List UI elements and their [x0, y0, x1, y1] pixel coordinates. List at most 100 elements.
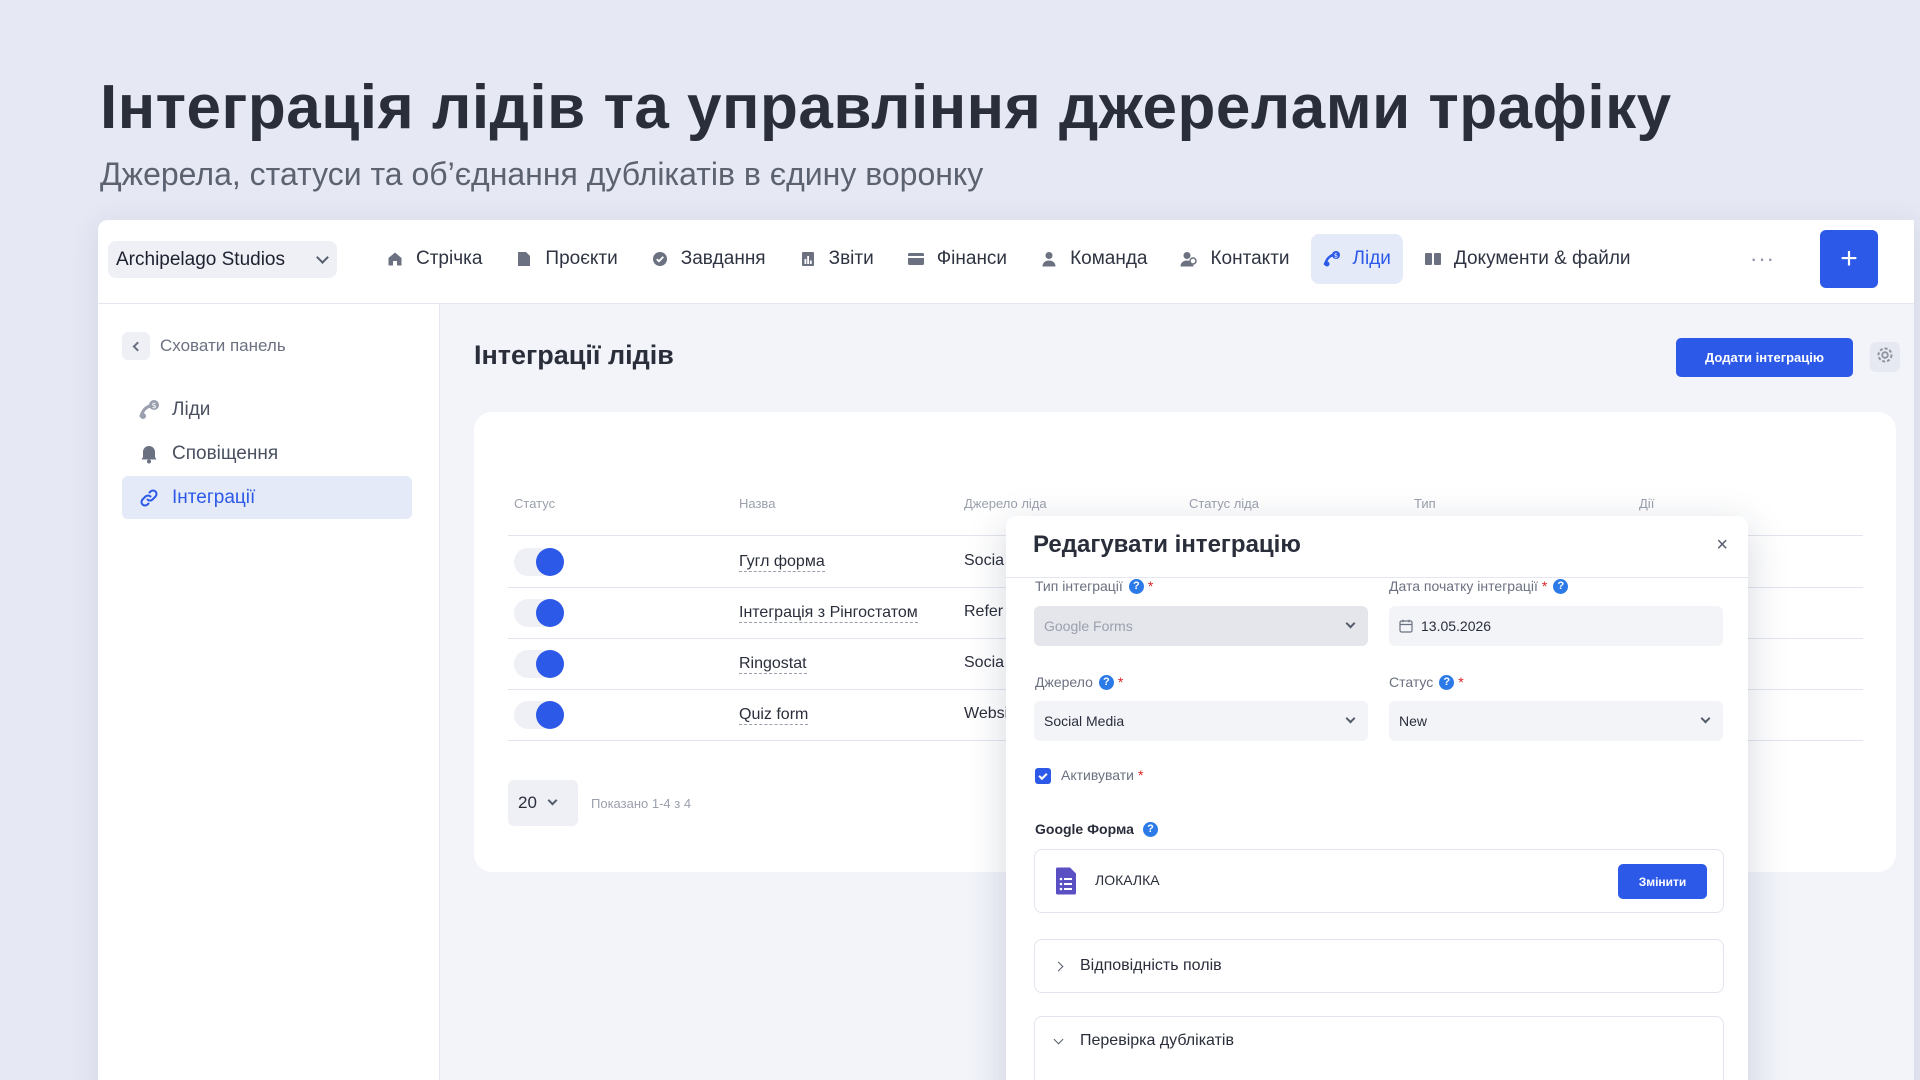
- required-mark: *: [1137, 767, 1144, 783]
- status-select[interactable]: New: [1389, 701, 1723, 741]
- lead-source-cell: Socia: [964, 654, 1005, 671]
- modal-title: Редагувати інтеграцію: [1033, 531, 1301, 558]
- per-page-select[interactable]: 20: [508, 780, 578, 826]
- integration-name-link[interactable]: Інтеграція з Рінгостатом: [739, 604, 918, 623]
- settings-button[interactable]: [1870, 342, 1900, 372]
- create-new-button[interactable]: +: [1820, 230, 1878, 288]
- nav-label: Фінанси: [936, 248, 1008, 269]
- plus-icon: +: [1840, 242, 1858, 275]
- close-icon[interactable]: ×: [1716, 534, 1728, 557]
- help-icon[interactable]: ?: [1098, 674, 1114, 690]
- integration-type-select: Google Forms: [1034, 606, 1368, 646]
- book-icon: [1424, 250, 1442, 268]
- column-header-name[interactable]: Назва: [739, 496, 775, 511]
- column-header-type[interactable]: Тип: [1414, 496, 1436, 511]
- source-select[interactable]: Social Media: [1034, 701, 1368, 741]
- sidebar-item-label: Інтеграції: [172, 486, 256, 508]
- check-circle-icon: [651, 250, 669, 268]
- nav-item-reports[interactable]: Звіти: [787, 234, 886, 284]
- accordion-label: Відповідність полів: [1080, 957, 1222, 974]
- nav-item-leads[interactable]: $ Ліди: [1310, 234, 1403, 284]
- nav-item-tasks[interactable]: Завдання: [639, 234, 778, 284]
- lead-source-cell: Refer: [964, 603, 1004, 620]
- main-nav: Стрічка Проєкти Завдання Звіти Фінанси К…: [374, 234, 1652, 284]
- nav-label: Команда: [1070, 248, 1148, 269]
- workspace-name: Archipelago Studios: [116, 248, 285, 270]
- chevron-down-icon: [316, 250, 329, 264]
- integration-name-link[interactable]: Гугл форма: [739, 553, 825, 572]
- source-label: Джерело ? *: [1035, 674, 1123, 690]
- column-header-lead-status[interactable]: Статус ліда: [1189, 496, 1259, 511]
- change-form-button[interactable]: Змінити: [1618, 864, 1707, 899]
- nav-label: Проєкти: [545, 248, 618, 269]
- hero-title: Інтеграція лідів та управління джерелами…: [100, 73, 1672, 142]
- label-text: Джерело: [1035, 674, 1093, 690]
- chevron-down-icon: [1053, 1034, 1064, 1045]
- label-text: Дата початку інтеграції: [1389, 578, 1538, 594]
- nav-label: Ліди: [1352, 248, 1391, 269]
- select-value: Google Forms: [1044, 618, 1133, 634]
- help-icon[interactable]: ?: [1553, 578, 1569, 594]
- column-header-lead-source[interactable]: Джерело ліда: [964, 496, 1047, 511]
- status-toggle[interactable]: [514, 650, 564, 678]
- help-icon[interactable]: ?: [1142, 821, 1158, 837]
- status-toggle[interactable]: [514, 548, 564, 576]
- required-mark: *: [1117, 674, 1124, 690]
- leads-icon: $: [138, 399, 160, 421]
- start-date-input[interactable]: 13.05.2026: [1389, 606, 1723, 646]
- activate-label: Активувати *: [1061, 767, 1143, 783]
- chevron-down-icon: [1345, 618, 1356, 629]
- gear-icon: [1875, 345, 1895, 370]
- sidebar-item-label: Сповіщення: [172, 442, 279, 464]
- nav-item-finance[interactable]: Фінанси: [895, 234, 1019, 284]
- help-icon[interactable]: ?: [1439, 674, 1455, 690]
- fields-mapping-accordion[interactable]: Відповідність полів: [1034, 939, 1724, 993]
- duplicate-check-accordion[interactable]: Перевірка дублікатів: [1034, 1016, 1724, 1080]
- nav-item-team[interactable]: Команда: [1028, 234, 1159, 284]
- google-form-box: ЛОКАЛКА Змінити: [1034, 849, 1724, 913]
- sidebar-item-notifications[interactable]: Сповіщення: [122, 432, 412, 475]
- document-icon: [515, 250, 533, 268]
- hide-panel-label: Сховати панель: [160, 336, 286, 355]
- date-value: 13.05.2026: [1421, 618, 1492, 634]
- required-mark: *: [1541, 578, 1548, 594]
- hero-subtitle: Джерела, статуси та об’єднання дублікаті…: [100, 156, 984, 192]
- required-mark: *: [1147, 578, 1154, 594]
- status-toggle[interactable]: [514, 599, 564, 627]
- help-icon[interactable]: ?: [1128, 578, 1144, 594]
- activate-checkbox[interactable]: [1035, 768, 1051, 784]
- pagination-summary: Показано 1-4 з 4: [591, 796, 692, 811]
- column-header-actions: Дії: [1639, 496, 1655, 511]
- label-text: Активувати: [1061, 767, 1134, 783]
- sidebar-item-integrations[interactable]: Інтеграції: [122, 476, 412, 519]
- nav-item-feed[interactable]: Стрічка: [374, 234, 494, 284]
- lead-source-cell: Socia: [964, 552, 1005, 569]
- required-mark: *: [1458, 674, 1464, 690]
- hide-panel-button[interactable]: Сховати панель: [122, 332, 286, 360]
- per-page-value: 20: [518, 793, 537, 812]
- integration-name-link[interactable]: Quiz form: [739, 706, 809, 725]
- integration-name-link[interactable]: Ringostat: [739, 655, 807, 674]
- accordion-label: Перевірка дублікатів: [1080, 1032, 1234, 1049]
- more-menu-button[interactable]: ···: [1750, 246, 1775, 272]
- nav-label: Контакти: [1210, 248, 1290, 269]
- sidebar-item-leads[interactable]: $ Ліди: [122, 388, 412, 431]
- column-header-status[interactable]: Статус: [514, 496, 555, 511]
- report-icon: [799, 250, 817, 268]
- status-toggle[interactable]: [514, 701, 564, 729]
- top-navigation: Archipelago Studios Стрічка Проєкти Завд…: [98, 220, 1914, 304]
- chevron-left-icon: [122, 332, 150, 360]
- edit-integration-modal: Редагувати інтеграцію × Тип інтеграції ?…: [1006, 516, 1748, 1080]
- nav-item-documents[interactable]: Документи & файли: [1412, 234, 1643, 284]
- google-form-name: ЛОКАЛКА: [1095, 872, 1160, 888]
- leads-icon: $: [1323, 250, 1341, 268]
- workspace-selector[interactable]: Archipelago Studios: [108, 241, 337, 278]
- start-date-label: Дата початку інтеграції * ?: [1389, 578, 1569, 594]
- google-form-label: Google Форма ?: [1035, 821, 1158, 837]
- person-icon: [1040, 250, 1058, 268]
- add-integration-button[interactable]: Додати інтеграцію: [1676, 338, 1853, 377]
- nav-item-contacts[interactable]: Контакти: [1168, 234, 1301, 284]
- nav-label: Документи & файли: [1453, 248, 1631, 269]
- link-icon: [138, 487, 160, 509]
- nav-item-projects[interactable]: Проєкти: [503, 234, 629, 284]
